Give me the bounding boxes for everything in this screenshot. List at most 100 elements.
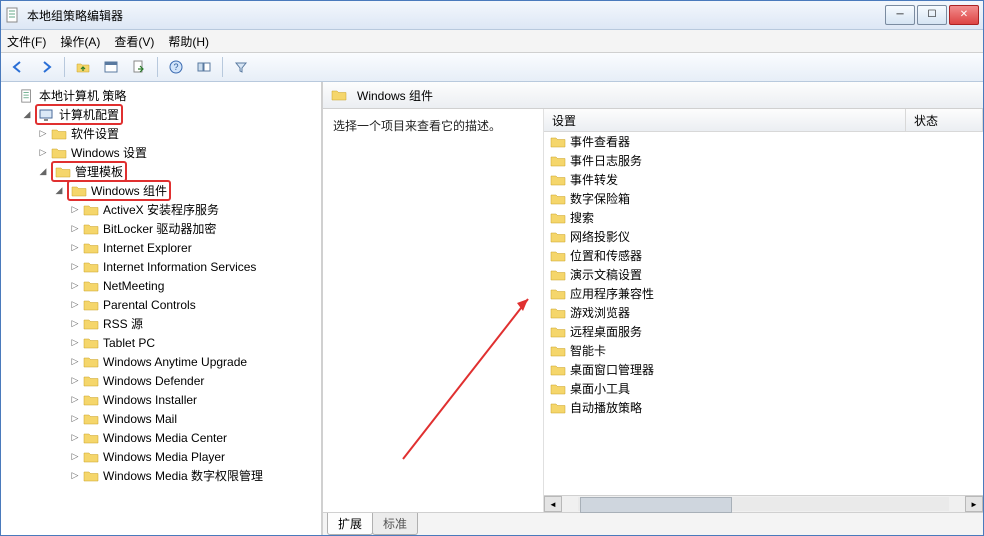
tree-expander[interactable]: ▷ <box>69 318 81 330</box>
tree-child-10[interactable]: ▷Windows Installer <box>1 390 321 409</box>
scroll-track[interactable] <box>578 497 949 511</box>
detail-header: Windows 组件 <box>323 82 983 109</box>
folder-icon <box>550 287 566 301</box>
tree-computer-config[interactable]: ◢ 计算机配置 <box>1 105 321 124</box>
maximize-button[interactable]: ☐ <box>917 5 947 25</box>
list-item[interactable]: 桌面小工具 <box>544 379 983 398</box>
window-title: 本地组策略编辑器 <box>27 7 885 24</box>
col-setting[interactable]: 设置 <box>544 109 906 131</box>
tab-extended[interactable]: 扩展 <box>327 513 373 535</box>
tree-child-13[interactable]: ▷Windows Media Player <box>1 447 321 466</box>
tree-expander[interactable]: ◢ <box>21 109 33 121</box>
computer-icon <box>39 108 55 122</box>
tree-expander[interactable]: ▷ <box>37 147 49 159</box>
list-item[interactable]: 搜索 <box>544 208 983 227</box>
svg-text:?: ? <box>173 62 178 72</box>
tree-expander[interactable]: ▷ <box>69 432 81 444</box>
list-item[interactable]: 网络投影仪 <box>544 227 983 246</box>
tree-expander[interactable]: ▷ <box>37 128 49 140</box>
tree-expander[interactable]: ▷ <box>69 261 81 273</box>
list-item[interactable]: 自动播放策略 <box>544 398 983 417</box>
tree-child-6[interactable]: ▷RSS 源 <box>1 314 321 333</box>
up-button[interactable] <box>70 55 96 79</box>
close-button[interactable]: ✕ <box>949 5 979 25</box>
list-item[interactable]: 事件转发 <box>544 170 983 189</box>
tree-expander[interactable]: ▷ <box>69 204 81 216</box>
tree-root[interactable]: 本地计算机 策略 <box>1 86 321 105</box>
scroll-left-arrow[interactable]: ◄ <box>544 496 562 512</box>
list-item[interactable]: 游戏浏览器 <box>544 303 983 322</box>
scroll-right-arrow[interactable]: ► <box>965 496 983 512</box>
tree-expander[interactable]: ▷ <box>69 394 81 406</box>
list-item[interactable]: 桌面窗口管理器 <box>544 360 983 379</box>
tree-child-2[interactable]: ▷Internet Explorer <box>1 238 321 257</box>
tree-expander[interactable]: ▷ <box>69 223 81 235</box>
tree-expander[interactable]: ▷ <box>69 242 81 254</box>
show-hide-button[interactable] <box>191 55 217 79</box>
list-item[interactable]: 位置和传感器 <box>544 246 983 265</box>
tree-child-0[interactable]: ▷ActiveX 安装程序服务 <box>1 200 321 219</box>
list-item[interactable]: 事件日志服务 <box>544 151 983 170</box>
list-item[interactable]: 数字保险箱 <box>544 189 983 208</box>
tree-child-14[interactable]: ▷Windows Media 数字权限管理 <box>1 466 321 485</box>
tree-expander[interactable] <box>5 90 17 102</box>
list-item[interactable]: 远程桌面服务 <box>544 322 983 341</box>
tree-windows-components[interactable]: ◢Windows 组件 <box>1 181 321 200</box>
list-item-label: 桌面小工具 <box>570 380 630 397</box>
tree-expander[interactable]: ◢ <box>53 185 65 197</box>
list-item[interactable]: 事件查看器 <box>544 132 983 151</box>
tree-admin-templates[interactable]: ◢管理模板 <box>1 162 321 181</box>
doc-icon <box>19 89 35 103</box>
tree-pane[interactable]: 本地计算机 策略◢计算机配置▷软件设置▷Windows 设置◢管理模板◢Wind… <box>1 82 323 535</box>
tree-child-7[interactable]: ▷Tablet PC <box>1 333 321 352</box>
tree-expander[interactable]: ▷ <box>69 451 81 463</box>
tree-windows-settings[interactable]: ▷Windows 设置 <box>1 143 321 162</box>
tree-expander[interactable]: ▷ <box>69 413 81 425</box>
folder-icon <box>550 363 566 377</box>
tree-child-3[interactable]: ▷ Internet Information Services <box>1 257 321 276</box>
list-item-label: 自动播放策略 <box>570 399 642 416</box>
tree-child-5[interactable]: ▷Parental Controls <box>1 295 321 314</box>
tree-software-settings[interactable]: ▷软件设置 <box>1 124 321 143</box>
back-button[interactable] <box>5 55 31 79</box>
col-state[interactable]: 状态 <box>906 109 983 131</box>
tree-expander[interactable]: ▷ <box>69 299 81 311</box>
tree-label: Windows Anytime Upgrade <box>103 355 247 369</box>
list-item[interactable]: 应用程序兼容性 <box>544 284 983 303</box>
tree-expander[interactable]: ▷ <box>69 470 81 482</box>
list-body[interactable]: 事件查看器事件日志服务事件转发数字保险箱搜索网络投影仪位置和传感器演示文稿设置应… <box>544 132 983 495</box>
tree-expander[interactable]: ▷ <box>69 337 81 349</box>
tab-standard[interactable]: 标准 <box>372 513 418 535</box>
properties-button[interactable] <box>98 55 124 79</box>
export-button[interactable] <box>126 55 152 79</box>
tree-label: Internet Information Services <box>103 260 256 274</box>
tree-label: 计算机配置 <box>59 106 119 123</box>
menu-action[interactable]: 操作(A) <box>60 33 100 50</box>
tree-expander[interactable]: ▷ <box>69 280 81 292</box>
list-item-label: 桌面窗口管理器 <box>570 361 654 378</box>
folder-icon <box>550 306 566 320</box>
minimize-button[interactable]: ─ <box>885 5 915 25</box>
tree-child-12[interactable]: ▷Windows Media Center <box>1 428 321 447</box>
scroll-thumb[interactable] <box>580 497 732 513</box>
separator <box>222 57 223 77</box>
menu-view[interactable]: 查看(V) <box>114 33 154 50</box>
menu-file[interactable]: 文件(F) <box>7 33 46 50</box>
titlebar: 本地组策略编辑器 ─ ☐ ✕ <box>1 1 983 30</box>
tree-expander[interactable]: ▷ <box>69 356 81 368</box>
tree-expander[interactable]: ◢ <box>37 166 49 178</box>
tree-child-9[interactable]: ▷Windows Defender <box>1 371 321 390</box>
tree-child-4[interactable]: ▷NetMeeting <box>1 276 321 295</box>
list-item[interactable]: 演示文稿设置 <box>544 265 983 284</box>
tree-child-1[interactable]: ▷BitLocker 驱动器加密 <box>1 219 321 238</box>
tree-expander[interactable]: ▷ <box>69 375 81 387</box>
menu-help[interactable]: 帮助(H) <box>168 33 209 50</box>
help-button[interactable]: ? <box>163 55 189 79</box>
list-item[interactable]: 智能卡 <box>544 341 983 360</box>
horizontal-scrollbar[interactable]: ◄ ► <box>544 495 983 512</box>
tree-child-8[interactable]: ▷ Windows Anytime Upgrade <box>1 352 321 371</box>
tree-child-11[interactable]: ▷Windows Mail <box>1 409 321 428</box>
folder-icon <box>83 412 99 426</box>
forward-button[interactable] <box>33 55 59 79</box>
filter-button[interactable] <box>228 55 254 79</box>
